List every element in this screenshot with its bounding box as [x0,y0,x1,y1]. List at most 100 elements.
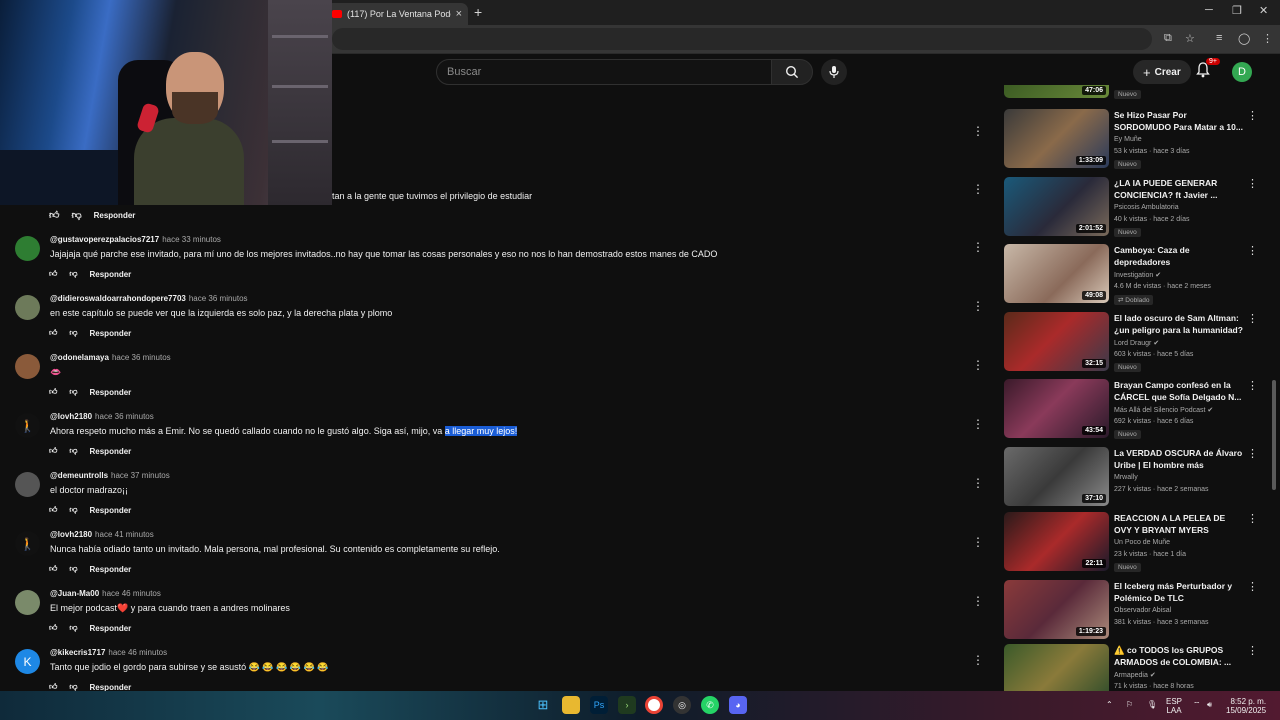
video-channel[interactable]: Lord Draugr ✔ [1114,339,1159,347]
video-thumbnail[interactable]: 37:10 [1004,447,1109,506]
video-title[interactable]: REACCION A LA PELEA DE OVY Y BRYANT MYER… [1114,512,1244,536]
channel-name[interactable]: Lord Draugr [1114,340,1151,347]
video-title[interactable]: ⚠️ co TODOS los GRUPOS ARMADOS de COLOMB… [1114,644,1244,668]
video-menu-icon[interactable]: ⋮ [1247,177,1258,190]
whatsapp-icon[interactable]: ✆ [701,696,719,714]
comment-menu-icon[interactable]: ⋮ [972,535,984,549]
comment-avatar[interactable] [15,472,40,497]
video-title[interactable]: El Iceberg más Perturbador y Polémico De… [1114,580,1244,604]
recommended-video[interactable]: 37:10 La VERDAD OSCURA de Álvaro Uribe |… [1000,447,1270,514]
like-icon[interactable]: 👍︎ [49,564,57,574]
dislike-icon[interactable]: 👎︎ [69,269,77,279]
reply-button[interactable]: Responder [90,506,132,515]
recommended-video[interactable]: 2:01:52 ¿LA IA PUEDE GENERAR CONCIENCIA?… [1000,177,1270,244]
video-menu-icon[interactable]: ⋮ [1247,644,1258,657]
comment-time[interactable]: hace 46 minutos [102,589,161,598]
video-thumbnail[interactable]: 43:54 [1004,379,1109,438]
app-icon[interactable]: ◎ [673,696,691,714]
language-indicator[interactable]: ESP LAA [1166,697,1182,715]
video-title[interactable]: Brayan Campo confesó en la CÁRCEL que So… [1114,379,1244,403]
video-channel[interactable]: Investigation ✔ [1114,271,1161,279]
channel-name[interactable]: Investigation [1114,272,1153,279]
media-controls-icon[interactable]: ≡ [1216,32,1222,44]
cast-icon[interactable]: ⧉ [1164,32,1172,45]
comment-author[interactable]: @didieroswaldoarrahondopere7703 [50,294,186,303]
tray-expand-icon[interactable]: ⌃ [1106,700,1113,709]
recommended-video[interactable]: 22:11 REACCION A LA PELEA DE OVY Y BRYAN… [1000,512,1270,579]
dislike-icon[interactable]: 👎︎ [69,623,77,633]
comment-menu-icon[interactable]: ⋮ [972,358,984,372]
page-scrollbar[interactable] [1272,380,1276,490]
comment-menu-icon[interactable]: ⋮ [972,653,984,667]
account-avatar[interactable]: D [1232,62,1252,82]
dislike-icon[interactable]: 👎︎ [69,328,77,338]
like-icon[interactable]: 👍︎ [49,328,57,338]
video-channel[interactable]: Armapedia ✔ [1114,671,1156,679]
start-menu-icon[interactable]: ⊞ [534,696,552,714]
video-menu-icon[interactable]: ⋮ [1247,512,1258,525]
recommended-video[interactable]: 1:33:09 Se Hizo Pasar Por SORDOMUDO Para… [1000,109,1270,176]
create-button[interactable]: + Crear [1133,60,1191,84]
comment-author[interactable]: @Juan-Ma00 [50,589,99,598]
dislike-icon[interactable]: 👎︎ [69,387,77,397]
omnibox[interactable] [332,28,1152,50]
comment-menu-icon[interactable]: ⋮ [972,182,984,196]
terminal-icon[interactable]: › [618,696,636,714]
channel-name[interactable]: Armapedia [1114,672,1148,679]
video-menu-icon[interactable]: ⋮ [1247,580,1258,593]
comment-time[interactable]: hace 36 minutos [189,294,248,303]
comment-menu-icon[interactable]: ⋮ [972,476,984,490]
comment-author[interactable]: @gustavoperezpalacios7217 [50,235,159,244]
comment-time[interactable]: hace 46 minutos [108,648,167,657]
file-explorer-icon[interactable] [562,696,580,714]
comment-avatar[interactable] [15,236,40,261]
reply-button[interactable]: Responder [94,211,136,220]
like-icon[interactable]: 👍︎ [49,269,57,279]
browser-menu-icon[interactable]: ⋮ [1262,32,1273,45]
comment-menu-icon[interactable]: ⋮ [972,124,984,138]
video-title[interactable]: Se Hizo Pasar Por SORDOMUDO Para Matar a… [1114,109,1244,133]
video-thumbnail[interactable]: 1:33:09 [1004,109,1109,168]
close-tab-icon[interactable]: × [456,8,462,20]
comment-menu-icon[interactable]: ⋮ [972,417,984,431]
video-thumbnail[interactable]: 47:06 [1004,85,1109,98]
comment-author[interactable]: @kikecris1717 [50,648,105,657]
video-menu-icon[interactable]: ⋮ [1247,379,1258,392]
video-channel[interactable]: Observador Abisal [1114,607,1171,614]
comment-avatar[interactable] [15,354,40,379]
comment-avatar[interactable] [15,590,40,615]
comment-author[interactable]: @demeuntrolls [50,471,108,480]
video-menu-icon[interactable]: ⋮ [1247,109,1258,122]
reply-button[interactable]: Responder [90,683,132,692]
video-channel[interactable]: Psicosis Ambulatoria [1114,204,1179,211]
comment-menu-icon[interactable]: ⋮ [972,299,984,313]
like-icon[interactable]: 👍︎ [49,387,57,397]
dislike-icon[interactable]: 👎︎ [71,209,81,221]
reply-button[interactable]: Responder [90,624,132,633]
video-thumbnail[interactable]: 49:08 [1004,244,1109,303]
dislike-icon[interactable]: 👎︎ [69,564,77,574]
reply-button[interactable]: Responder [90,388,132,397]
video-title[interactable]: ¿LA IA PUEDE GENERAR CONCIENCIA? ft Javi… [1114,177,1244,201]
video-channel[interactable]: Ey Muñe [1114,136,1142,143]
comment-menu-icon[interactable]: ⋮ [972,240,984,254]
recommended-video[interactable]: 47:06 Nuevo [1000,85,1270,106]
browser-tab[interactable]: (117) Por La Ventana Podcast en × [326,3,468,25]
comment-time[interactable]: hace 36 minutos [112,353,171,362]
maximize-icon[interactable]: ❐ [1232,4,1242,17]
reply-button[interactable]: Responder [90,447,132,456]
like-icon[interactable]: 👍︎ [49,505,57,515]
recommended-video[interactable]: ⚠️ co TODOS los GRUPOS ARMADOS de COLOMB… [1000,644,1270,691]
comment-time[interactable]: hace 41 minutos [95,530,154,539]
voice-search-button[interactable] [821,59,847,85]
comment-time[interactable]: hace 33 minutos [162,235,221,244]
reply-button[interactable]: Responder [90,270,132,279]
comment-author[interactable]: @lovh2180 [50,530,92,539]
video-title[interactable]: Camboya: Caza de depredadores [1114,244,1244,268]
comment-menu-icon[interactable]: ⋮ [972,594,984,608]
comment-avatar[interactable]: K [15,649,40,674]
video-thumbnail[interactable]: 22:11 [1004,512,1109,571]
like-icon[interactable]: 👍︎ [49,623,57,633]
dislike-icon[interactable]: 👎︎ [69,446,77,456]
video-title[interactable]: El lado oscuro de Sam Altman: ¿un peligr… [1114,312,1244,336]
